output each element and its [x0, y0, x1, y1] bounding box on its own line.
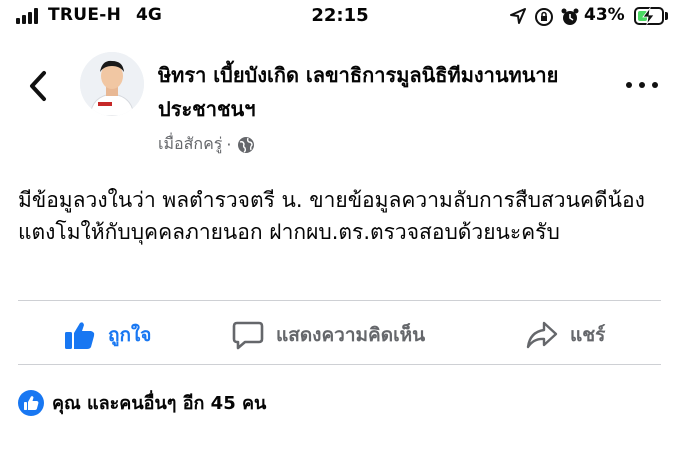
profile-photo: [80, 52, 144, 116]
battery-tip: [665, 12, 668, 20]
author-name[interactable]: ษิทรา เบี้ยบังเกิด เลขาธิการมูลนิธิทีมงา…: [158, 58, 588, 126]
divider: [18, 300, 661, 301]
post-body: มีข้อมูลวงในว่า พลตำรวจตรี น. ขายข้อมูลค…: [18, 188, 645, 244]
more-dot: [626, 82, 632, 88]
post-actions: ถูกใจ แสดงความคิดเห็น แชร์: [0, 310, 680, 360]
charging-bolt-icon: [642, 7, 655, 25]
author-avatar[interactable]: [80, 52, 144, 116]
chevron-left-icon: [30, 71, 46, 101]
divider: [18, 364, 661, 365]
status-icons: [508, 6, 588, 28]
meta-separator: ·: [226, 135, 232, 154]
more-dot: [652, 82, 658, 88]
like-reaction-icon: [18, 389, 44, 416]
orientation-lock-icon: [535, 8, 553, 26]
more-dot: [639, 82, 645, 88]
comment-button[interactable]: แสดงความคิดเห็น: [232, 310, 425, 360]
battery-percent: 43%: [584, 5, 625, 25]
post-timestamp[interactable]: เมื่อสักครู่: [158, 132, 222, 157]
share-label: แชร์: [570, 324, 606, 346]
reactions-summary[interactable]: คุณ และคนอื่นๆ อีก 45 คน: [18, 388, 266, 417]
like-label: ถูกใจ: [108, 324, 152, 346]
comment-bubble-icon: [232, 321, 264, 350]
globe-icon: [238, 136, 255, 153]
thumbs-up-icon: [65, 322, 95, 349]
reactions-text: คุณ และคนอื่นๆ อีก 45 คน: [52, 393, 267, 414]
share-button[interactable]: แชร์: [526, 310, 605, 360]
share-arrow-icon: [526, 321, 558, 349]
location-arrow-icon: [510, 8, 526, 24]
status-bar: TRUE-H 4G 22:15 43%: [0, 0, 680, 38]
like-button[interactable]: ถูกใจ: [64, 310, 151, 360]
post-meta: เมื่อสักครู่ ·: [158, 132, 255, 157]
alarm-icon: [561, 8, 579, 25]
back-button[interactable]: [24, 68, 54, 104]
comment-label: แสดงความคิดเห็น: [276, 324, 426, 346]
more-options-button[interactable]: [626, 78, 658, 92]
